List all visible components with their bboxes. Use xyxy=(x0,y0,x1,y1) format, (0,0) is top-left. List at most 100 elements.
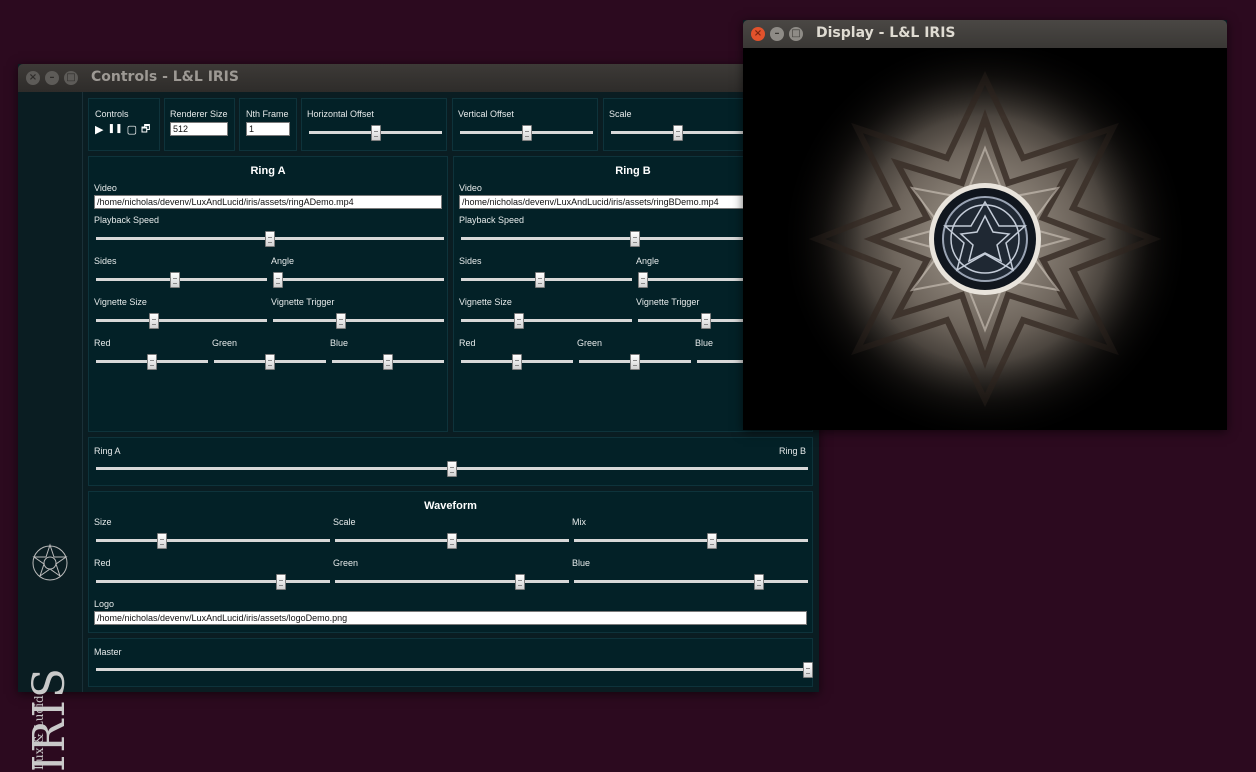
iris-logo-icon xyxy=(30,542,70,588)
minimize-icon[interactable]: – xyxy=(45,71,59,85)
ring-a-vignette-trigger-slider[interactable] xyxy=(273,313,444,329)
ring-a-green-slider[interactable] xyxy=(214,354,326,370)
slider-handle[interactable] xyxy=(701,313,712,329)
renderer-size-panel: Renderer Size 512 xyxy=(164,98,235,151)
close-icon[interactable]: × xyxy=(751,27,765,41)
slider-handle[interactable] xyxy=(630,231,640,247)
scale-slider[interactable] xyxy=(611,125,744,141)
controls-label: Controls xyxy=(95,109,129,119)
master-panel: Master xyxy=(88,638,813,687)
slider-handle[interactable] xyxy=(534,272,545,288)
slider-handle[interactable] xyxy=(169,272,180,288)
crossfade-slider[interactable] xyxy=(96,461,808,477)
controls-body: IRIS Lux & Lucid Controls ▶ ❚❚ ▢ 🗗 Rende… xyxy=(18,92,819,772)
waveform-scale-slider[interactable] xyxy=(335,533,569,549)
brand-sidebar: IRIS Lux & Lucid xyxy=(18,92,83,772)
slider-handle[interactable] xyxy=(638,272,649,288)
ring-b-green-slider[interactable] xyxy=(579,354,691,370)
display-titlebar[interactable]: × – □ Display - L&L IRIS xyxy=(743,20,1227,48)
red-label: Red xyxy=(459,338,476,348)
vignette-trigger-label: Vignette Trigger xyxy=(636,297,700,307)
maximize-icon[interactable]: □ xyxy=(64,71,78,85)
slider-handle[interactable] xyxy=(149,313,160,329)
scale-panel: Scale xyxy=(603,98,749,151)
ring-a-vignette-size-slider[interactable] xyxy=(96,313,267,329)
playback-speed-label: Playback Speed xyxy=(459,215,525,225)
ring-b-sides-slider[interactable] xyxy=(461,272,632,288)
logo-path-input[interactable]: /home/nicholas/devenv/LuxAndLucid/iris/a… xyxy=(94,611,807,625)
waveform-title: Waveform xyxy=(424,500,477,512)
slider-handle[interactable] xyxy=(447,533,457,549)
ring-b-vignette-size-slider[interactable] xyxy=(461,313,632,329)
play-icon[interactable]: ▶ xyxy=(95,124,103,135)
slider-handle[interactable] xyxy=(156,533,167,549)
slider-handle[interactable] xyxy=(275,574,286,590)
master-slider[interactable] xyxy=(96,662,813,678)
green-label: Green xyxy=(577,338,603,348)
nth-frame-label: Nth Frame xyxy=(246,109,289,119)
slider-handle[interactable] xyxy=(630,354,640,370)
blue-label: Blue xyxy=(572,558,591,568)
ring-a-sides-slider[interactable] xyxy=(96,272,267,288)
waveform-red-slider[interactable] xyxy=(96,574,330,590)
maximize-icon[interactable]: □ xyxy=(789,27,803,41)
crossfade-right-label: Ring B xyxy=(778,446,806,456)
waveform-blue-slider[interactable] xyxy=(574,574,808,590)
vignette-size-label: Vignette Size xyxy=(459,297,512,307)
nth-frame-input[interactable]: 1 xyxy=(246,122,290,136)
slider-handle[interactable] xyxy=(383,354,393,370)
vignette-size-label: Vignette Size xyxy=(94,297,147,307)
ring-a-video-input[interactable]: /home/nicholas/devenv/LuxAndLucid/iris/a… xyxy=(94,195,442,209)
display-canvas xyxy=(743,48,1227,430)
slider-handle[interactable] xyxy=(803,662,813,678)
vertical-offset-panel: Vertical Offset xyxy=(452,98,598,151)
waveform-green-slider[interactable] xyxy=(335,574,569,590)
sides-label: Sides xyxy=(459,256,482,266)
ring-a-panel: Ring A Video /home/nicholas/devenv/LuxAn… xyxy=(88,156,448,432)
slider-handle[interactable] xyxy=(512,354,522,370)
angle-label: Angle xyxy=(636,256,660,266)
playback-speed-label: Playback Speed xyxy=(94,215,160,225)
slider-handle[interactable] xyxy=(336,313,347,329)
horizontal-offset-label: Horizontal Offset xyxy=(307,109,374,119)
controls-titlebar[interactable]: × – □ Controls - L&L IRIS xyxy=(18,64,819,92)
renderer-size-input[interactable]: 512 xyxy=(170,122,228,136)
slider-handle[interactable] xyxy=(707,533,718,549)
window-icon[interactable]: ▢ xyxy=(127,124,137,135)
slider-handle[interactable] xyxy=(447,461,457,477)
slider-handle[interactable] xyxy=(370,125,381,141)
renderer-size-label: Renderer Size xyxy=(170,109,228,119)
fullscreen-icon[interactable]: 🗗 xyxy=(141,124,150,135)
slider-handle[interactable] xyxy=(753,574,764,590)
ring-a-blue-slider[interactable] xyxy=(332,354,444,370)
minimize-icon[interactable]: – xyxy=(770,27,784,41)
close-icon[interactable]: × xyxy=(26,71,40,85)
ring-a-angle-slider[interactable] xyxy=(273,272,444,288)
nth-frame-panel: Nth Frame 1 xyxy=(239,98,297,151)
horizontal-offset-slider[interactable] xyxy=(309,125,442,141)
ring-b-red-slider[interactable] xyxy=(461,354,573,370)
waveform-mix-slider[interactable] xyxy=(574,533,808,549)
slider-handle[interactable] xyxy=(265,231,275,247)
pause-icon[interactable]: ❚❚ xyxy=(107,124,122,135)
slider-handle[interactable] xyxy=(265,354,275,370)
slider-handle[interactable] xyxy=(273,272,284,288)
waveform-size-slider[interactable] xyxy=(96,533,330,549)
red-label: Red xyxy=(94,338,111,348)
vertical-offset-label: Vertical Offset xyxy=(458,109,514,119)
slider-handle[interactable] xyxy=(147,354,157,370)
vertical-offset-slider[interactable] xyxy=(460,125,593,141)
red-label: Red xyxy=(94,558,111,568)
horizontal-offset-panel: Horizontal Offset xyxy=(301,98,447,151)
logo-label: Logo xyxy=(94,599,115,609)
slider-handle[interactable] xyxy=(514,313,525,329)
ring-a-title: Ring A xyxy=(250,165,286,177)
controls-panel: Controls ▶ ❚❚ ▢ 🗗 xyxy=(88,98,160,151)
ring-a-red-slider[interactable] xyxy=(96,354,208,370)
green-label: Green xyxy=(333,558,359,568)
slider-handle[interactable] xyxy=(521,125,532,141)
blue-label: Blue xyxy=(330,338,349,348)
ring-a-playback-speed-slider[interactable] xyxy=(96,231,444,247)
slider-handle[interactable] xyxy=(672,125,683,141)
slider-handle[interactable] xyxy=(514,574,525,590)
